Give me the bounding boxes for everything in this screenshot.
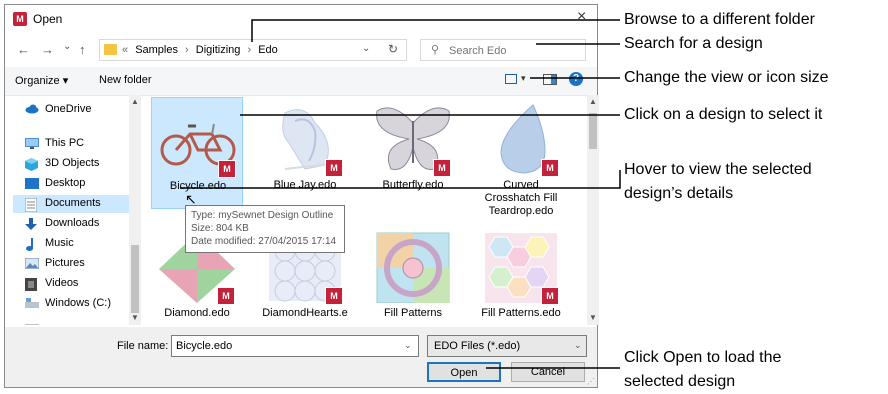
callout-search: Search for a design: [624, 35, 763, 52]
callout-line-browse: [251, 19, 620, 42]
callout-hover-line1: Hover to view the selected: [624, 161, 812, 178]
callout-hover-line2: design’s details: [624, 185, 734, 202]
callout-browse: Browse to a different folder: [624, 11, 815, 28]
callout-open-line2: selected design: [624, 373, 736, 390]
callout-open-line1: Click Open to load the: [624, 349, 782, 366]
callout-line-hover: [180, 170, 621, 189]
callout-click: Click on a design to select it: [624, 106, 823, 123]
callout-lines: [180, 19, 621, 369]
callout-view: Change the view or icon size: [624, 69, 829, 86]
